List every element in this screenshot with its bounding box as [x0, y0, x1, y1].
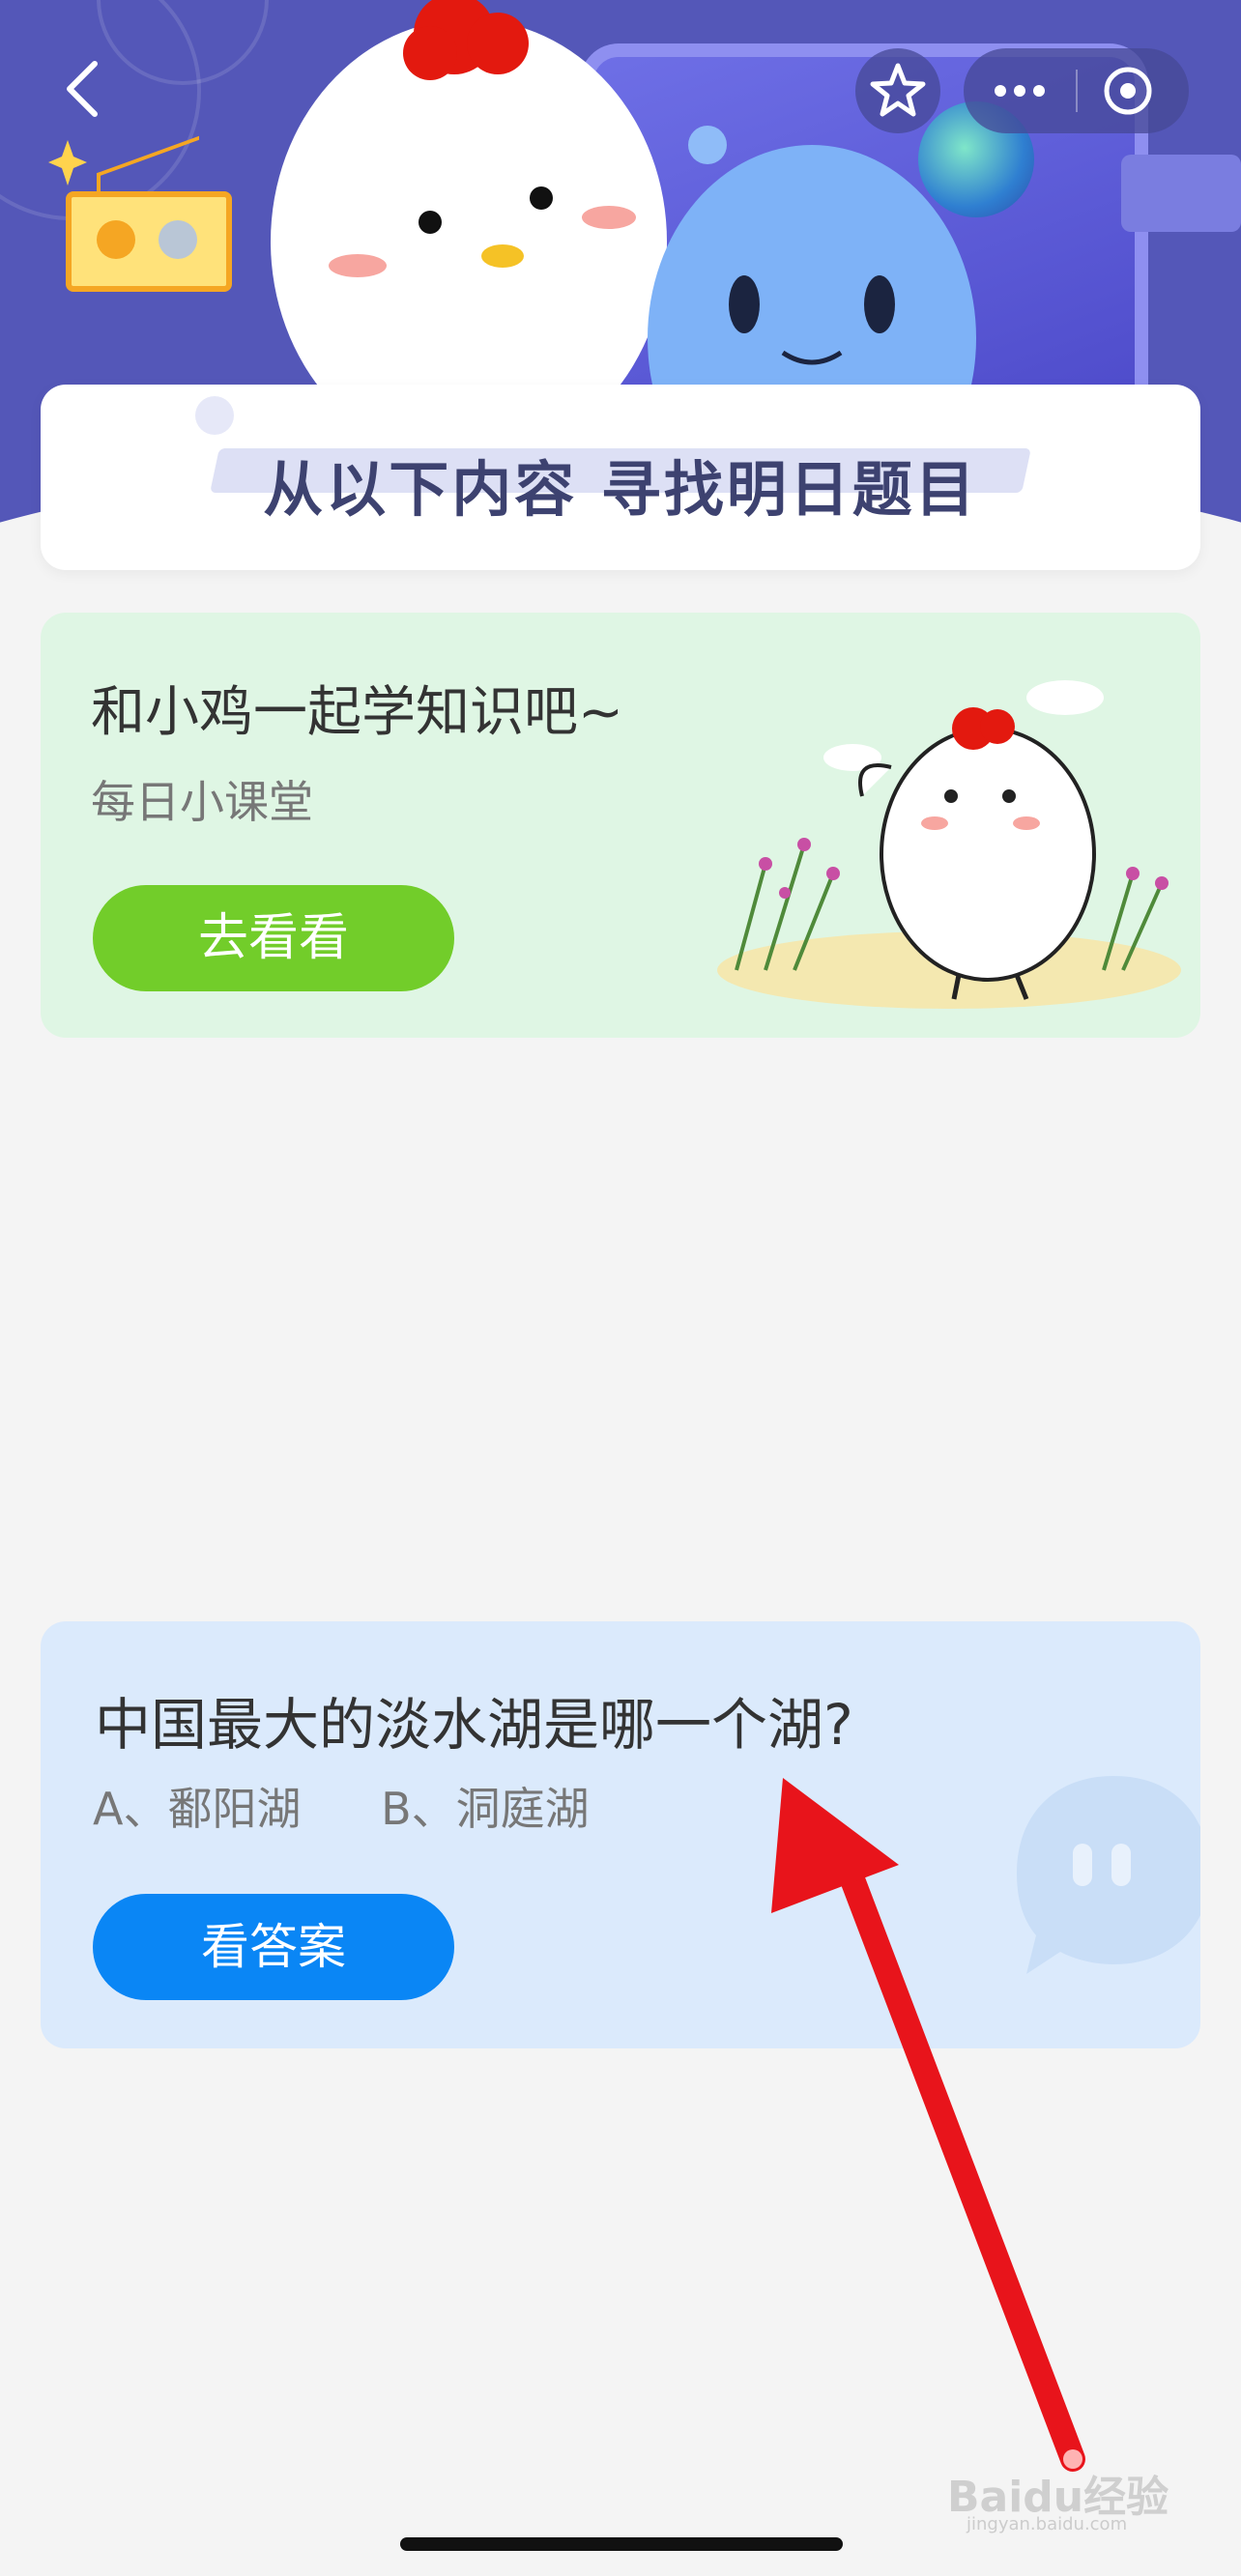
target-circle-icon[interactable] [1078, 48, 1189, 133]
lesson-card[interactable]: 和小鸡一起学知识吧~ 每日小课堂 去看看 [41, 613, 1200, 1038]
medal-board [66, 191, 232, 292]
quiz-question: 中国最大的淡水湖是哪一个湖? [95, 1692, 853, 1758]
go-see-button[interactable]: 去看看 [93, 885, 454, 991]
gold-medal-icon [97, 220, 135, 259]
sparkle-icon [48, 140, 87, 186]
home-indicator[interactable] [400, 2537, 843, 2551]
silver-medal-icon [159, 220, 197, 259]
lesson-title: 和小鸡一起学知识吧~ [91, 681, 623, 744]
banner-card: 从以下内容 寻找明日题目 [41, 385, 1200, 570]
favorite-button[interactable] [855, 48, 940, 133]
more-dots-icon[interactable] [964, 48, 1076, 133]
annotation-arrow [771, 1778, 1085, 2472]
screen-side-panel [1121, 155, 1241, 232]
alien-mascot [648, 126, 976, 406]
quiz-option-a: A、鄱阳湖 [93, 1783, 302, 1835]
banner-title: 从以下内容 寻找明日题目 [263, 454, 978, 525]
decor-dot [195, 396, 234, 435]
quiz-option-b: B、洞庭湖 [381, 1783, 590, 1835]
back-arrow-icon[interactable] [56, 60, 114, 118]
quiz-options: A、鄱阳湖 B、洞庭湖 [93, 1774, 655, 1838]
chicken-mascot [271, 0, 667, 406]
star-icon [870, 63, 926, 117]
view-answer-button[interactable]: 看答案 [93, 1894, 454, 2000]
mini-program-menu [964, 48, 1189, 133]
top-right-capsule [855, 48, 1189, 133]
chicken-illustration [717, 680, 1181, 1009]
lesson-subtitle: 每日小课堂 [91, 776, 313, 828]
watermark-url: jingyan.baidu.com [967, 2514, 1128, 2534]
